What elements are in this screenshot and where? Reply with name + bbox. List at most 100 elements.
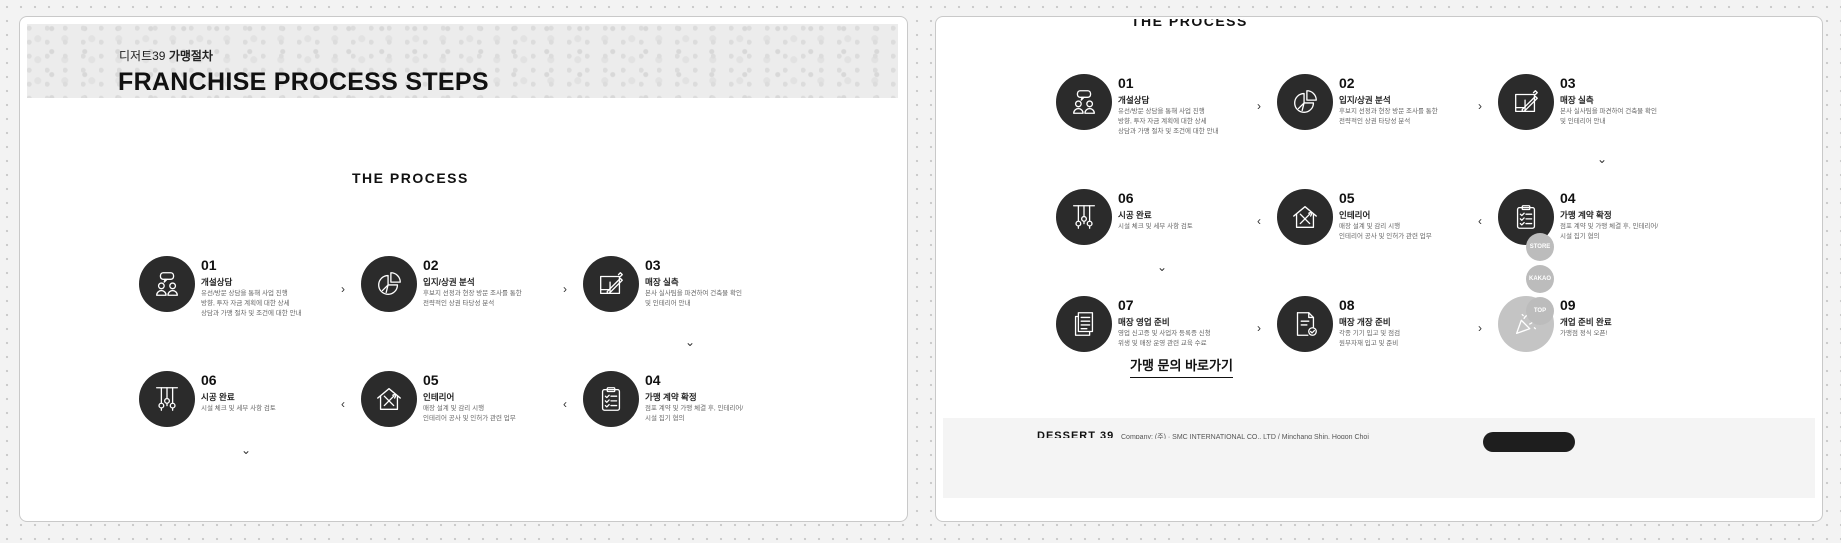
step-title: 인테리어	[1339, 210, 1371, 220]
step-number: 06	[201, 372, 217, 388]
chevron-down-icon: ⌄	[1597, 152, 1608, 166]
hero-subtitle: 디저트39 가맹절차	[119, 47, 213, 64]
step-description-line: 인테리어 공사 및 인허가 관련 업무	[423, 415, 516, 422]
step-description-line: 가맹점 정식 오픈!	[1560, 330, 1608, 337]
pendant-lights-icon	[139, 371, 195, 427]
step-description: 점포 계약 및 가맹 체결 후, 인테리어/시설 집기 협의	[645, 404, 785, 424]
step-number: 04	[1560, 190, 1576, 206]
top-float-button[interactable]: TOP	[1526, 297, 1554, 325]
step-title: 입지/상권 분석	[1339, 95, 1391, 105]
chevron-right-icon: ›	[1478, 321, 1482, 335]
top-float-label: TOP	[1533, 308, 1547, 314]
chevron-down-icon: ⌄	[1157, 260, 1168, 274]
blueprint-measure-icon	[1498, 74, 1554, 130]
step-description: 점포 계약 및 가맹 체결 후, 인테리어/시설 집기 협의	[1560, 222, 1700, 242]
store-float-button[interactable]: STORE	[1526, 233, 1554, 261]
pendant-lights-icon	[1056, 189, 1112, 245]
step-title: 인테리어	[423, 392, 455, 402]
step-description-line: 위생 및 매장 운영 관련 교육 수료	[1118, 340, 1207, 347]
step-description-line: 및 인테리어 안내	[1560, 118, 1606, 125]
step-title: 가맹 계약 확정	[645, 392, 697, 402]
footer-company-info: Company: (주) · SMC INTERNATIONAL CO., LT…	[1121, 434, 1369, 441]
step-description: 가맹점 정식 오픈!	[1560, 329, 1700, 339]
process-step-05: 05 인테리어매장 설계 및 감리 시행인테리어 공사 및 인허가 관련 업무	[1277, 189, 1462, 259]
step-title: 가맹 계약 확정	[1560, 210, 1612, 220]
pie-chart-icon	[361, 256, 417, 312]
step-number: 05	[1339, 190, 1355, 206]
footer-button[interactable]	[1483, 432, 1575, 452]
process-step-03: 03 매장 실측 본사 실사팀을 파견하여 건축물 확인 및 인테리어 안내	[1498, 74, 1683, 144]
house-tools-icon	[1277, 189, 1333, 245]
step-description-line: 점포 계약 및 가맹 체결 후, 인테리어/	[1560, 223, 1659, 230]
step-description-line: 상담과 가맹 절차 및 조건에 대한 안내	[201, 310, 302, 317]
step-description: 후보지 선정과 현장 방문 조사를 통한전략적인 상권 타당성 분석	[423, 289, 563, 309]
step-description-line: 시설 체크 및 세부 사항 검토	[201, 405, 276, 412]
step-title: 개업 준비 완료	[1560, 317, 1612, 327]
step-number: 08	[1339, 297, 1355, 313]
hero-subtitle-brand: 디저트39	[119, 49, 166, 63]
step-description: 유선/방문 상담을 통해 사업 진행방향, 투자 자금 계획에 대한 상세상담과…	[201, 289, 341, 319]
process-step-03: 03 매장 실측 본사 실사팀을 파견하여 건축물 확인 및 인테리어 안내	[583, 256, 768, 326]
store-float-label: STORE	[1529, 244, 1551, 250]
chevron-right-icon: ›	[1257, 321, 1261, 335]
step-description: 각종 기기 입고 및 점검원부자재 입고 및 준비	[1339, 329, 1479, 349]
process-step-08: 08 매장 개장 준비 각종 기기 입고 및 점검 원부자재 입고 및 준비	[1277, 296, 1462, 366]
clipboard-checklist-icon	[583, 371, 639, 427]
step-description-line: 방향, 투자 자금 계획에 대한 상세	[1118, 118, 1207, 125]
chevron-left-icon: ‹	[563, 397, 567, 411]
step-number: 07	[1118, 297, 1134, 313]
step-description: 시설 체크 및 세부 사항 검토	[201, 404, 341, 414]
chevron-down-icon: ⌄	[685, 335, 696, 349]
step-description: 본사 실사팀을 파견하여 건축물 확인및 인테리어 안내	[645, 289, 785, 309]
step-number: 01	[201, 257, 217, 273]
kakao-float-button[interactable]: KAKAO	[1526, 265, 1554, 293]
step-description-line: 후보지 선정과 현장 방문 조사를 통한	[423, 290, 522, 297]
step-description-line: 상담과 가맹 절차 및 조건에 대한 안내	[1118, 128, 1219, 135]
step-number: 03	[1560, 75, 1576, 91]
chevron-left-icon: ‹	[1478, 214, 1482, 228]
step-description-line: 방향, 투자 자금 계획에 대한 상세	[201, 300, 290, 307]
step-description-line: 전략적인 상권 타당성 분석	[1339, 118, 1411, 125]
step-description-line: 유선/방문 상담을 통해 사업 진행	[1118, 108, 1205, 115]
step-title: 매장 실측	[1560, 95, 1594, 105]
step-description-line: 본사 실사팀을 파견하여 건축물 확인	[645, 290, 742, 297]
page-title: FRANCHISE PROCESS STEPS	[118, 68, 489, 96]
document-check-icon	[1277, 296, 1333, 352]
chevron-right-icon: ›	[341, 282, 345, 296]
step-description-line: 후보지 선정과 현장 방문 조사를 통한	[1339, 108, 1438, 115]
step-description: 영업 신고증 및 사업자 등록증 신청위생 및 매장 운영 관련 교육 수료	[1118, 329, 1258, 349]
step-description-line: 매장 설계 및 감리 시행	[423, 405, 485, 412]
step-number: 01	[1118, 75, 1134, 91]
step-description-line: 각종 기기 입고 및 점검	[1339, 330, 1401, 337]
step-description-line: 영업 신고증 및 사업자 등록증 신청	[1118, 330, 1211, 337]
step-title: 시공 완료	[1118, 210, 1152, 220]
step-description-line: 및 인테리어 안내	[645, 300, 691, 307]
chevron-right-icon: ›	[1257, 99, 1261, 113]
step-title: 시공 완료	[201, 392, 235, 402]
consult-people-icon	[139, 256, 195, 312]
step-description-line: 인테리어 공사 및 인허가 관련 업무	[1339, 233, 1432, 240]
step-description-line: 원부자재 입고 및 준비	[1339, 340, 1399, 347]
step-description: 유선/방문 상담을 통해 사업 진행방향, 투자 자금 계획에 대한 상세상담과…	[1118, 107, 1258, 137]
step-description-line: 매장 설계 및 감리 시행	[1339, 223, 1401, 230]
step-description: 시설 체크 및 세부 사항 검토	[1118, 222, 1258, 232]
process-heading: THE PROCESS	[352, 170, 469, 186]
hero-subtitle-label: 가맹절차	[168, 49, 213, 63]
franchise-inquiry-link[interactable]: 가맹 문의 바로가기	[1130, 355, 1233, 378]
step-number: 06	[1118, 190, 1134, 206]
step-number: 09	[1560, 297, 1576, 313]
step-description-line: 전략적인 상권 타당성 분석	[423, 300, 495, 307]
step-description-line: 시설 집기 협의	[645, 415, 685, 422]
step-number: 02	[1339, 75, 1355, 91]
step-title: 개설상담	[201, 277, 233, 287]
step-description-line: 유선/방문 상담을 통해 사업 진행	[201, 290, 288, 297]
step-description: 매장 설계 및 감리 시행인테리어 공사 및 인허가 관련 업무	[423, 404, 563, 424]
footer-logo: DESSERT 39	[1037, 430, 1115, 442]
chevron-down-icon: ⌄	[241, 443, 252, 457]
house-tools-icon	[361, 371, 417, 427]
chevron-left-icon: ‹	[1257, 214, 1261, 228]
step-number: 05	[423, 372, 439, 388]
step-number: 03	[645, 257, 661, 273]
step-description: 매장 설계 및 감리 시행인테리어 공사 및 인허가 관련 업무	[1339, 222, 1479, 242]
process-step-04: 04 가맹 계약 확정 점포 계약 및 가맹 체결 후, 인테리어/시설 집기 협의	[583, 371, 768, 441]
